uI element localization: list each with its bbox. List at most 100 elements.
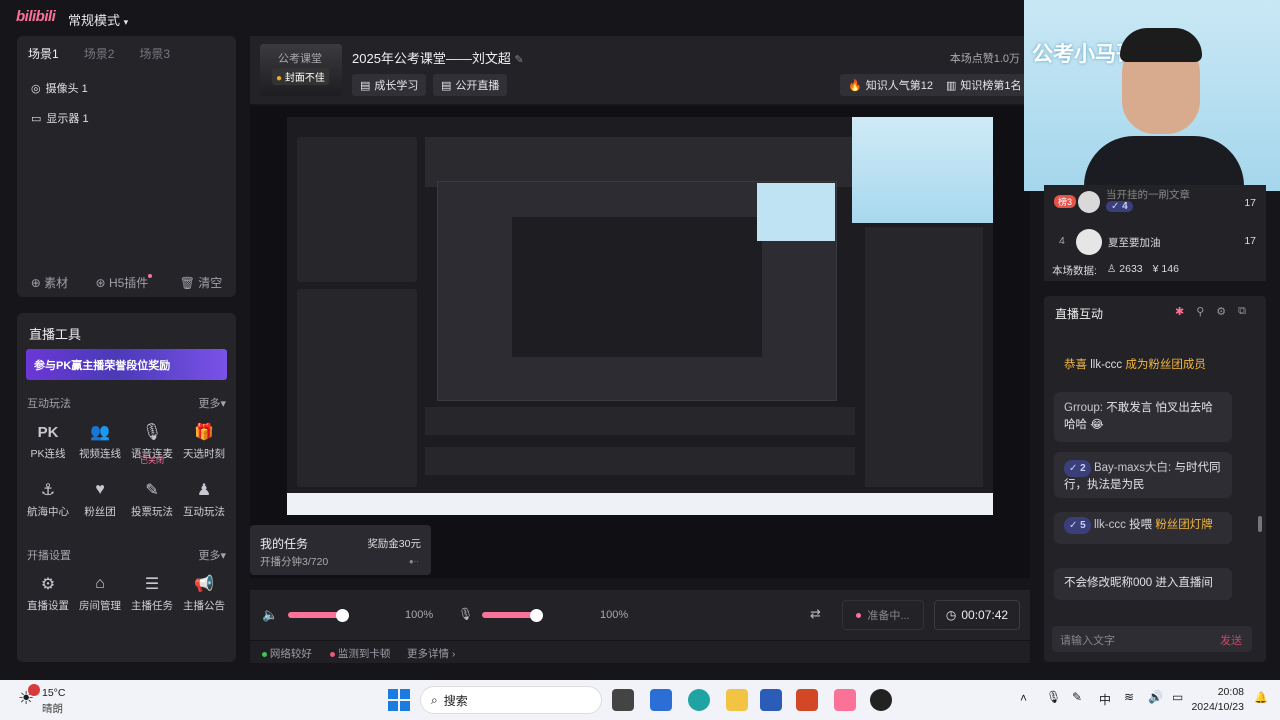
more-link-settings[interactable]: 更多▾ [198,547,226,563]
nested-scenes [297,137,417,282]
obs-icon[interactable] [870,689,892,711]
live-header: 公考课堂 ● 封面不佳 2025年公考课堂——刘文超 ✎ 本场点赞1.0万 ▤ 成… [250,36,1030,104]
tool-pk[interactable]: PK PK连线 [22,421,74,461]
rank-score: 17 [1244,235,1256,247]
tab-scene-3[interactable]: 场景3 [139,45,170,62]
send-button[interactable]: 发送 [1220,632,1242,648]
cover-badge: ● 封面不佳 [272,68,329,85]
nested-tools [297,289,417,487]
settings-icon[interactable]: ⚙ [1216,305,1226,318]
chat-message: 恭喜 llk-ccc 成为粉丝团成员 [1054,352,1232,380]
rank-knowledge-label: 知识榜第1名 [960,80,1022,92]
viewer-icon: ♙ [1106,263,1117,275]
speaker-slider-knob[interactable] [336,609,349,622]
rank-popularity[interactable]: 🔥 知识人气第12 [840,74,941,96]
task-card[interactable]: 我的任务 奖励金30元 开播分钟3/720 ●·· [250,525,431,575]
tab-scene-1[interactable]: 场景1 [28,45,59,62]
tool-video-link[interactable]: 👥 视频连线 [74,421,126,461]
source-camera[interactable]: ◎ 摄像头 1 [31,80,88,96]
live-timer: ◷ 00:07:42 [934,600,1020,630]
broadcast-icon: ▤ [441,79,452,92]
tool-lottery[interactable]: 🎁 天选时刻 [178,421,230,461]
edge-icon[interactable] [688,689,710,711]
tool-voice-link[interactable]: 🎙 语音连麦 已关闭 [126,421,178,465]
start-live-button[interactable]: 准备中... [842,600,924,630]
nested-preview-inner [512,217,762,357]
msg1-text: 成为粉丝团成员 [1125,359,1206,371]
heart-icon: ♥ [95,481,105,498]
audio-controls: 🔈 100% 🎙 100% ⇄ 准备中... ◷ 00:07:42 [250,590,1030,640]
ime-indicator[interactable]: 中 [1099,691,1111,708]
chat-message: ✓ 5 llk-ccc 投喂 粉丝团灯牌 [1054,512,1232,544]
more-details-link[interactable]: 更多详情 › [407,646,455,661]
tools-grid-interactive: PK PK连线 👥 视频连线 🎙 语音连麦 已关闭 🎁 天选时刻 [22,421,230,466]
powerpoint-icon[interactable] [796,689,818,711]
likes-count: 本场点赞1.0万 [949,53,1020,65]
battery-icon[interactable]: ▭ [1172,690,1183,704]
notification-dot [148,274,153,278]
folder-icon[interactable] [726,689,748,711]
edit-icon[interactable]: ✎ [515,54,524,66]
store-icon[interactable] [650,689,672,711]
session-stats: 本场数据: ♙ 2633 ¥ 146 [1052,263,1179,278]
spider-icon[interactable]: ✱ [1175,305,1184,318]
tab-scene-2[interactable]: 场景2 [84,45,115,62]
rank-knowledge[interactable]: ▥ 知识榜第1名 [938,74,1030,96]
rank-row[interactable]: 榜3 当开挂的一刷文章 ✓ 4 17 [1054,189,1256,217]
notifications-icon[interactable]: 🔔 [1254,691,1268,704]
chevron-up-icon[interactable]: ˄ [1020,691,1027,705]
chat-message: Grroup: 不敢发言 怕叉出去哈哈哈 😂 [1054,392,1232,442]
flame-icon: 🔥 [848,79,862,92]
rank-row[interactable]: 4 夏至要加油 17 [1054,229,1256,255]
bilibili-live-icon[interactable] [834,689,856,711]
mode-dropdown[interactable]: 常规模式 ▾ [68,10,128,29]
windows-start-icon[interactable] [388,689,410,711]
chip-growth-label: 成长学习 [374,80,419,92]
tool-voyage[interactable]: ⚓ 航海中心 [22,479,74,519]
msg5-text: 不会修改昵称000 进入直播间 [1064,577,1213,589]
pin-icon[interactable]: ⚲ [1196,305,1204,318]
h5-plugin-button[interactable]: ⊛ H5插件 [96,274,153,291]
source-display[interactable]: ▭ 显示器 1 [31,110,89,126]
avatar [1078,191,1100,213]
chip-public[interactable]: ▤ 公开直播 [433,74,508,96]
pen-icon[interactable]: ✎ [1072,690,1082,704]
popout-icon[interactable]: ⧉ [1238,305,1246,318]
tool-host-task[interactable]: ☰ 主播任务 [126,573,178,613]
pk-banner[interactable]: 参与PK赢主播荣誉段位奖励 [26,349,227,380]
volume-icon[interactable]: 🔊 [1148,690,1163,704]
rank-badge: 榜3 [1054,195,1077,208]
more-link-interactive[interactable]: 更多▾ [198,395,226,411]
cover-label: 公考课堂 [278,53,322,65]
wifi-icon[interactable]: ≋ [1124,690,1134,704]
chip-growth[interactable]: ▤ 成长学习 [352,74,427,96]
microphone-icon[interactable]: 🎙 [458,607,473,621]
msg3-level: 2 [1080,463,1086,474]
windows-taskbar: ☀ 15°C 晴朗 ⌕ 搜索 ˄ 🎙 ✎ 中 ≋ 🔊 ▭ 20:08 2024/1… [0,680,1280,720]
tool-live-settings[interactable]: ⚙ 直播设置 [22,573,74,613]
microphone-tray-icon[interactable]: 🎙 [1046,690,1061,704]
mic-slider-knob[interactable] [530,609,543,622]
source-camera-label: 摄像头 1 [45,83,88,95]
word-icon[interactable] [760,689,782,711]
chat-input-box[interactable]: 请输入文字 发送 [1052,626,1252,652]
chevron-down-icon: ▾ [123,17,129,27]
tool-interactive[interactable]: ♟ 互动玩法 [178,479,230,519]
clock-date[interactable]: 2024/10/23 [1191,701,1244,713]
tool-announcement[interactable]: 📢 主播公告 [178,573,230,613]
taskbar-search[interactable]: ⌕ 搜索 [420,686,602,714]
chat-scrollbar[interactable] [1258,516,1262,532]
material-button[interactable]: ⊕ 素材 [31,274,68,291]
prepare-label: 准备中... [867,610,910,622]
tool-vote[interactable]: ✎ 投票玩法 [126,479,178,519]
tool-fans[interactable]: ♥ 粉丝团 [74,479,126,519]
speaker-icon[interactable]: 🔈 [262,607,278,623]
task-view-icon[interactable] [612,689,634,711]
clock-time[interactable]: 20:08 [1218,686,1244,698]
tool-host-task-label: 主播任务 [131,600,173,612]
rank-name: 当开挂的一刷文章 [1106,189,1190,201]
mixer-icon[interactable]: ⇄ [810,606,821,622]
tool-room-manage[interactable]: ⌂ 房间管理 [74,573,126,613]
clear-button[interactable]: 🗑 清空 [180,274,223,291]
cover-thumbnail[interactable]: 公考课堂 ● 封面不佳 [260,44,342,96]
